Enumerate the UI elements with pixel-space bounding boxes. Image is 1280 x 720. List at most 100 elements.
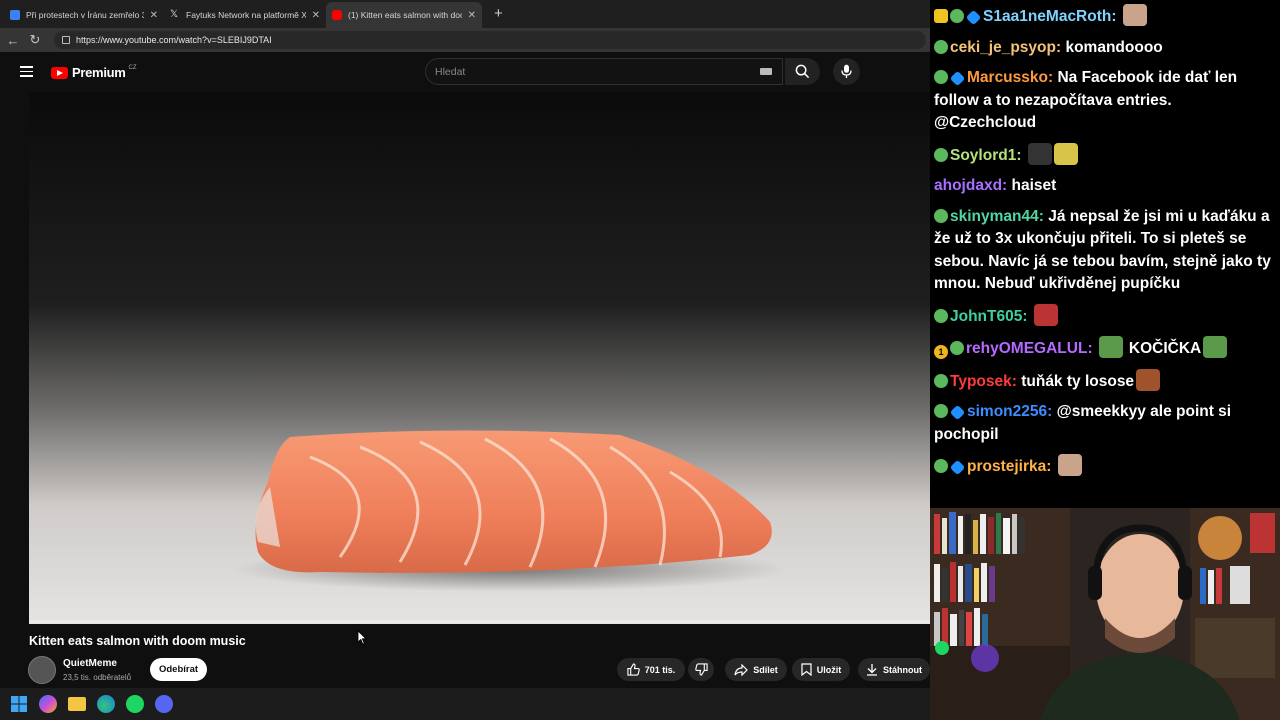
sub-badge-icon[interactable] — [934, 308, 948, 323]
chat-username[interactable]: Soylord1 — [950, 147, 1016, 164]
chat-text: tuňák ty losose — [1021, 372, 1135, 390]
chat-message: 1 rehyOMEGALUL: KOČIČKA — [934, 336, 1276, 361]
one-badge-icon[interactable]: 1 — [934, 345, 948, 359]
sub-badge-icon[interactable] — [950, 341, 964, 355]
download-button[interactable]: Stáhnout — [858, 658, 930, 681]
subscriber-count: 23,5 tis. odběratelů — [63, 673, 132, 682]
file-explorer-icon[interactable] — [68, 697, 86, 711]
emote-person-icon[interactable] — [1033, 303, 1058, 326]
chat-message: prostejirka: — [934, 454, 1276, 479]
voice-search-button[interactable] — [833, 58, 860, 85]
like-count: 701 tis. — [644, 664, 676, 675]
emote-sparkles-icon[interactable] — [1053, 142, 1078, 165]
chat-username[interactable]: ceki_je_psyop — [950, 39, 1056, 56]
share-button[interactable]: Sdílet — [725, 658, 787, 681]
chat-username[interactable]: Typosek — [950, 373, 1012, 390]
chat-text: KOČIČKA — [1128, 340, 1202, 357]
region-code: CZ — [128, 64, 137, 71]
prime-badge-icon[interactable] — [949, 404, 966, 421]
emote-hand-icon[interactable] — [1122, 4, 1147, 26]
chat-separator: : — [1046, 458, 1056, 475]
emote-face-icon[interactable] — [1136, 368, 1161, 391]
spotify-icon[interactable] — [126, 695, 144, 713]
bookmark-icon — [801, 663, 812, 676]
channel-avatar[interactable] — [28, 656, 56, 684]
chat-separator: : — [1111, 8, 1121, 25]
stream-chat: S1aa1neMacRoth: ceki_je_psyop: komandooo… — [930, 0, 1280, 508]
salmon-fillet-image — [255, 430, 772, 573]
address-bar-row: ← ↻ https://www.youtube.com/watch?v=SLEB… — [0, 28, 930, 52]
chat-separator: : — [1002, 177, 1012, 194]
sub-badge-icon[interactable] — [934, 208, 948, 223]
video-player[interactable] — [0, 92, 930, 624]
emote-hand-icon[interactable] — [1057, 454, 1082, 476]
chat-username[interactable]: Marcussko — [967, 69, 1048, 86]
windows-taskbar — [0, 688, 930, 720]
emote-frog-icon[interactable] — [1098, 336, 1123, 358]
sub-badge-icon[interactable] — [934, 459, 948, 473]
crown-badge-icon[interactable] — [934, 9, 948, 23]
sub-badge-icon[interactable] — [934, 70, 948, 84]
chat-separator: : — [1087, 340, 1097, 357]
windows-start-icon[interactable] — [10, 695, 28, 713]
url-field[interactable]: https://www.youtube.com/watch?v=SLEBIJ9D… — [54, 31, 926, 49]
dislike-button[interactable] — [688, 658, 714, 681]
chat-message: ahojdaxd: haiset — [934, 175, 1276, 198]
tab-title: Faytuks Network na platformě X: — [186, 10, 306, 20]
sub-badge-icon[interactable] — [934, 147, 948, 162]
sub-badge-icon[interactable] — [934, 373, 948, 388]
prime-badge-icon[interactable] — [949, 459, 966, 476]
site-info-icon[interactable] — [62, 36, 70, 44]
tab-title: (1) Kitten eats salmon with doom — [348, 10, 462, 20]
copilot-icon[interactable] — [39, 695, 57, 713]
sub-badge-icon[interactable] — [934, 39, 948, 54]
tab-title: Při protestech v Íránu zemřelo 35 — [26, 10, 144, 20]
tab-close-icon[interactable]: ✕ — [468, 10, 476, 21]
chat-username[interactable]: S1aa1neMacRoth — [983, 8, 1111, 25]
chat-username[interactable]: simon2256 — [967, 403, 1047, 420]
channel-name[interactable]: QuietMeme — [63, 658, 117, 669]
youtube-logo[interactable]: Premium CZ — [51, 65, 137, 80]
chat-text: haiset — [1011, 177, 1057, 194]
browser-tab-3[interactable]: (1) Kitten eats salmon with doom ✕ — [326, 2, 482, 28]
chat-username[interactable]: prostejirka — [967, 458, 1046, 475]
tab-close-icon[interactable]: ✕ — [150, 10, 158, 21]
search-button[interactable] — [785, 58, 820, 85]
search-input[interactable]: Hledat — [425, 58, 783, 85]
mouse-cursor-icon — [357, 630, 367, 645]
edge-browser-icon[interactable] — [97, 695, 115, 713]
emote-sunglasses-icon[interactable] — [1027, 142, 1052, 165]
save-button[interactable]: Uložit — [792, 658, 850, 681]
chat-username[interactable]: ahojdaxd — [934, 177, 1002, 194]
subscribe-button[interactable]: Odebírat — [150, 658, 207, 681]
download-icon — [867, 664, 877, 676]
browser-tab-1[interactable]: Při protestech v Íránu zemřelo 35 ✕ — [4, 2, 164, 28]
emote-frog-icon[interactable] — [1203, 336, 1228, 358]
youtube-favicon-icon — [332, 10, 342, 20]
chat-separator: : — [1011, 372, 1022, 390]
sub-badge-icon[interactable] — [950, 9, 964, 23]
discord-icon[interactable] — [155, 695, 173, 713]
video-title: Kitten eats salmon with doom music — [29, 634, 246, 648]
video-progress-bar[interactable] — [29, 620, 930, 623]
prime-badge-icon[interactable] — [949, 70, 966, 87]
prime-badge-icon[interactable] — [965, 9, 982, 26]
reload-icon[interactable]: ↻ — [24, 32, 46, 48]
chat-username[interactable]: rehyOMEGALUL — [966, 340, 1087, 357]
chat-username[interactable]: skinyman44 — [950, 208, 1039, 225]
like-button[interactable]: 701 tis. — [617, 658, 685, 681]
new-tab-button[interactable]: + — [494, 2, 503, 28]
url-text: https://www.youtube.com/watch?v=SLEBIJ9D… — [76, 35, 272, 45]
chat-message: ceki_je_psyop: komandoooo — [934, 37, 1276, 60]
keyboard-icon[interactable] — [760, 68, 772, 75]
browser-tab-bar: Při protestech v Íránu zemřelo 35 ✕ 𝕏 Fa… — [0, 0, 930, 28]
tab-close-icon[interactable]: ✕ — [312, 10, 320, 21]
chat-message: Soylord1: — [934, 142, 1276, 168]
chat-separator: : — [1016, 146, 1026, 164]
back-arrow-icon[interactable]: ← — [2, 33, 24, 48]
left-gutter — [0, 92, 29, 624]
hamburger-menu-icon[interactable] — [20, 66, 33, 77]
chat-username[interactable]: JohnT605 — [950, 308, 1022, 325]
browser-tab-2[interactable]: 𝕏 Faytuks Network na platformě X: ✕ — [164, 2, 326, 28]
sub-badge-icon[interactable] — [934, 404, 948, 418]
